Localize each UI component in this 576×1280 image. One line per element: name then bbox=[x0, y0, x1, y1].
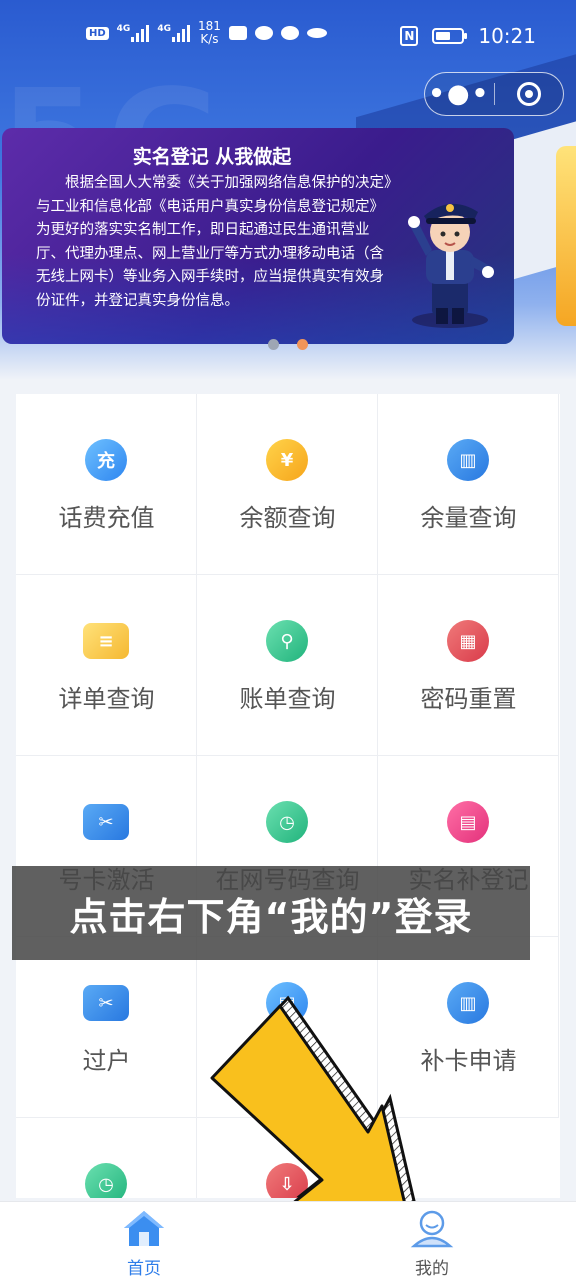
service-item-label: 话 bbox=[275, 1047, 300, 1075]
network-type-2: 4G bbox=[157, 24, 171, 34]
mini-program-capsule: •●• bbox=[424, 72, 564, 116]
service-item[interactable]: ¥ 余额查询 bbox=[197, 394, 378, 575]
home-icon bbox=[124, 1211, 164, 1246]
service-item[interactable]: ▥ 余量查询 bbox=[378, 394, 559, 575]
message-icon bbox=[280, 26, 299, 40]
network-type-1: 4G bbox=[116, 24, 131, 34]
nfc-icon: N bbox=[400, 26, 419, 46]
service-item[interactable]: ≡ 详单查询 bbox=[16, 575, 197, 756]
service-item-label: 补卡申请 bbox=[420, 1047, 517, 1075]
clock-time: 10:21 bbox=[478, 24, 536, 48]
tools-card-icon: ✂ bbox=[83, 985, 129, 1021]
close-miniprogram-button[interactable] bbox=[495, 82, 564, 106]
service-item[interactable]: ▥ 补卡申请 bbox=[378, 937, 559, 1118]
banner-title: 实名登记 从我做起 bbox=[132, 146, 292, 168]
clock-icon: ◷ bbox=[266, 801, 308, 843]
cloud-icon bbox=[306, 28, 327, 38]
tab-me-label: 我的 bbox=[415, 1259, 449, 1279]
service-item[interactable]: ⇩ bbox=[197, 1118, 378, 1198]
tools-card-icon: ✂ bbox=[83, 804, 129, 840]
service-item-label: 余额查询 bbox=[239, 504, 336, 532]
carousel-dot bbox=[268, 339, 279, 350]
carousel-dot-active bbox=[297, 339, 308, 350]
service-item-label: 详单查询 bbox=[58, 685, 155, 713]
service-item[interactable]: ◷ bbox=[16, 1118, 197, 1198]
signal-2-icon: 4G bbox=[157, 24, 190, 42]
police-officer-illustration bbox=[408, 203, 494, 328]
target-close-icon bbox=[516, 82, 541, 106]
next-banner-peek[interactable] bbox=[556, 146, 576, 326]
status-bar: HD 4G 4G 181 K/s N 10:21 bbox=[0, 18, 576, 58]
search-yuan-icon: ⚲ bbox=[266, 620, 308, 662]
service-item-label: 过户 bbox=[82, 1047, 131, 1075]
ticket-icon: ▥ bbox=[447, 982, 489, 1024]
user-icon bbox=[410, 1210, 454, 1248]
tab-me[interactable]: 我的 bbox=[372, 1208, 492, 1279]
clock-icon: ◷ bbox=[85, 1163, 127, 1198]
tutorial-caption: 点击右下角“我的”登录 bbox=[12, 866, 530, 960]
id-card-icon: ▤ bbox=[447, 801, 489, 843]
signal-1-icon: 4G bbox=[117, 24, 150, 42]
service-item-label: 话费充值 bbox=[58, 504, 155, 532]
keypad-icon: ▦ bbox=[447, 620, 489, 662]
more-dots-icon: •●• bbox=[428, 79, 491, 109]
network-speed-unit: K/s bbox=[200, 32, 219, 46]
status-left: HD 4G 4G 181 K/s bbox=[86, 20, 327, 46]
wechat-icon bbox=[254, 26, 273, 40]
ticket-icon: ▥ bbox=[447, 439, 489, 481]
envelope-icon: ≡ bbox=[83, 623, 129, 659]
service-item-label: 余量查询 bbox=[420, 504, 517, 532]
status-right: N 10:21 bbox=[400, 24, 536, 48]
network-speed-value: 181 bbox=[197, 19, 221, 33]
service-item[interactable]: ▤ 话 bbox=[197, 937, 378, 1118]
bottom-tab-bar: 首页 我的 bbox=[0, 1201, 576, 1280]
carousel-indicator bbox=[268, 339, 308, 350]
tab-home-label: 首页 bbox=[127, 1259, 161, 1279]
service-item[interactable]: ▦ 密码重置 bbox=[378, 575, 559, 756]
service-item-label: 密码重置 bbox=[420, 685, 517, 713]
yuan-icon: ¥ bbox=[266, 439, 308, 481]
recharge-icon: 充 bbox=[85, 439, 127, 481]
battery-icon bbox=[432, 28, 468, 44]
service-item[interactable]: ⚲ 账单查询 bbox=[197, 575, 378, 756]
service-grid: 充话费充值¥余额查询▥余量查询≡详单查询⚲账单查询▦密码重置✂号卡激活◷在网号码… bbox=[16, 394, 560, 1198]
hd-badge: HD bbox=[86, 26, 109, 40]
service-item-label: 账单查询 bbox=[239, 685, 336, 713]
realname-banner[interactable]: 实名登记 从我做起 根据全国人大常委《关于加强网络信息保护的决定》与工业和信息化… bbox=[2, 128, 514, 344]
document-icon: ▤ bbox=[266, 982, 308, 1024]
more-options-button[interactable]: •●• bbox=[425, 81, 494, 107]
network-speed: 181 K/s bbox=[198, 20, 221, 46]
service-item[interactable]: ✂ 过户 bbox=[16, 937, 197, 1118]
download-icon: ⇩ bbox=[266, 1163, 308, 1198]
service-item[interactable]: 充话费充值 bbox=[16, 394, 197, 575]
banner-body: 根据全国人大常委《关于加强网络信息保护的决定》与工业和信息化部《电话用户真实身份… bbox=[36, 175, 392, 309]
video-call-icon bbox=[228, 26, 247, 40]
tab-home[interactable]: 首页 bbox=[84, 1208, 204, 1279]
